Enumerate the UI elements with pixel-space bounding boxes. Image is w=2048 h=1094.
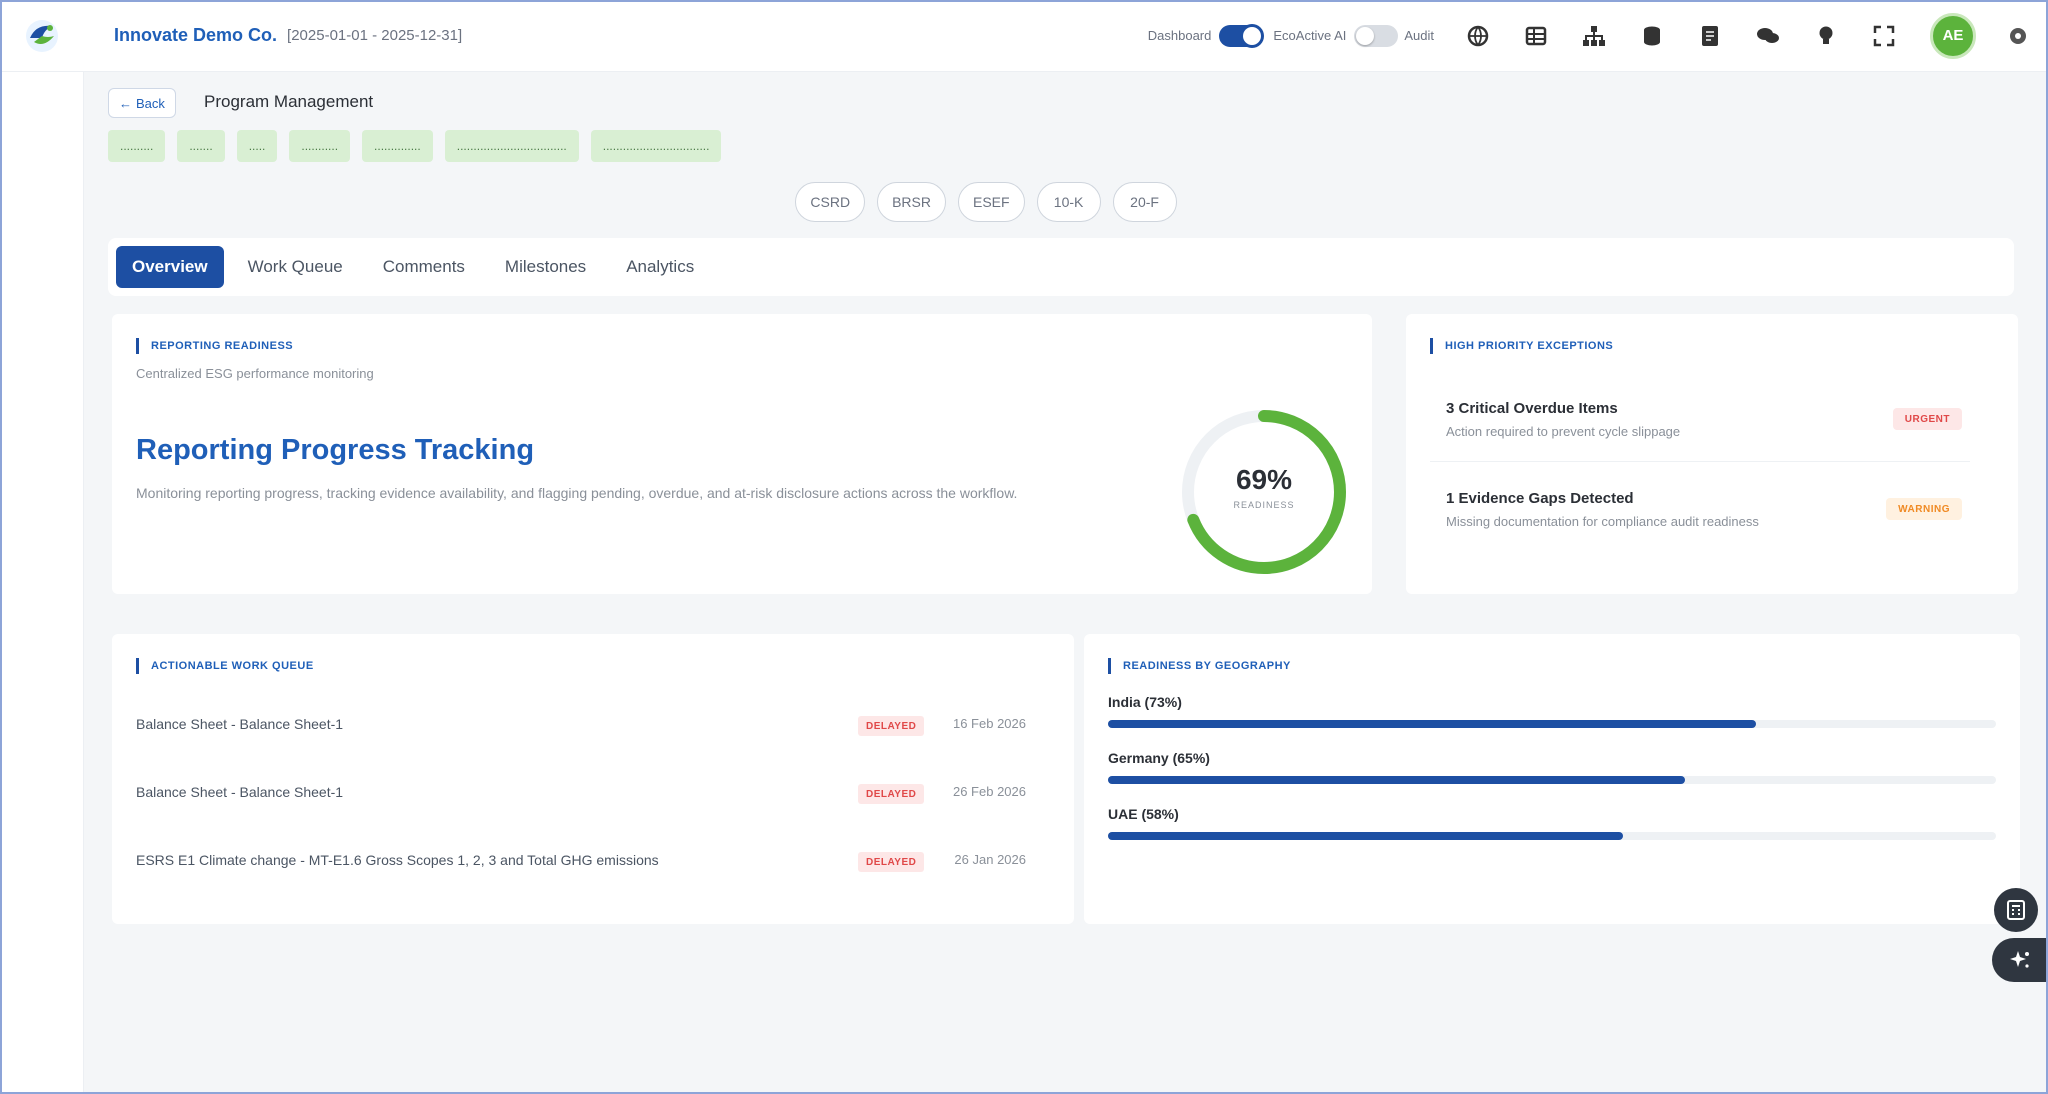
section-label: High Priority Exceptions — [1430, 338, 1613, 354]
framework-10k[interactable]: 10-K — [1036, 182, 1101, 222]
user-avatar[interactable]: AE — [1930, 12, 1976, 59]
settings-icon[interactable] — [2004, 22, 2032, 50]
exceptions-card: High Priority Exceptions 3 Critical Over… — [1406, 314, 2018, 594]
tab-bar: Overview Work Queue Comments Milestones … — [108, 238, 2014, 296]
fullscreen-icon[interactable] — [1870, 22, 1898, 50]
work-queue-row[interactable]: ESRS E1 Climate change - MT-E1.6 Gross S… — [136, 828, 1026, 896]
work-queue-row[interactable]: Balance Sheet - Balance Sheet-1 Delayed … — [136, 692, 1026, 760]
main-content: ← Back Program Management .......... ...… — [84, 72, 2048, 1094]
framework-20f[interactable]: 20-F — [1112, 182, 1177, 222]
filter-chip[interactable]: ..... — [236, 130, 278, 162]
filter-chip[interactable]: ................................ — [590, 130, 722, 162]
exception-title: 3 Critical Overdue Items — [1446, 400, 1618, 417]
geography-label: Germany (65%) — [1108, 750, 1210, 766]
ai-assistant-fab[interactable] — [1992, 938, 2048, 982]
due-date: 26 Jan 2026 — [954, 852, 1026, 867]
status-badge: Delayed — [858, 784, 925, 804]
section-label: Reporting Readiness — [136, 338, 293, 354]
geography-label: UAE (58%) — [1108, 806, 1179, 822]
lightbulb-icon[interactable] — [1812, 22, 1840, 50]
due-date: 16 Feb 2026 — [952, 716, 1026, 731]
work-item-title: ESRS E1 Climate change - MT-E1.6 Gross S… — [136, 852, 659, 868]
progress-track — [1108, 720, 1996, 728]
sparkle-icon — [2010, 951, 2029, 968]
back-button[interactable]: ← Back — [108, 88, 176, 118]
hierarchy-icon[interactable] — [1580, 22, 1608, 50]
globe-icon[interactable] — [1464, 22, 1492, 50]
tab-milestones[interactable]: Milestones — [489, 246, 602, 288]
due-date: 26 Feb 2026 — [952, 784, 1026, 799]
top-actions: Dashboard EcoActive AI Audit AE — [1148, 0, 2048, 72]
tab-work-queue[interactable]: Work Queue — [232, 246, 359, 288]
table-icon[interactable] — [1522, 22, 1550, 50]
filter-chip[interactable]: ....... — [177, 130, 225, 162]
geography-row: Germany (65%) — [1108, 750, 1996, 784]
filter-chip[interactable]: .............. — [362, 130, 433, 162]
section-label: Readiness by Geography — [1108, 658, 1291, 674]
section-subtitle: Centralized ESG performance monitoring — [136, 366, 374, 381]
status-badge: Delayed — [858, 716, 925, 736]
tab-analytics[interactable]: Analytics — [610, 246, 710, 288]
calculator-fab[interactable] — [1994, 888, 2038, 932]
geography-label: India (73%) — [1108, 694, 1182, 710]
top-bar: Innovate Demo Co. [2025-01-01 - 2025-12-… — [0, 0, 2048, 72]
company-name[interactable]: Innovate Demo Co. — [114, 25, 277, 46]
tab-overview[interactable]: Overview — [116, 246, 224, 288]
chat-icon[interactable] — [1754, 22, 1782, 50]
filter-chip[interactable]: ........... — [289, 130, 351, 162]
calculator-icon — [2007, 900, 2025, 920]
ecoactive-toggle-label: EcoActive AI — [1273, 28, 1347, 43]
dashboard-toggle-label: Dashboard — [1147, 28, 1212, 43]
exception-subtitle: Action required to prevent cycle slippag… — [1446, 424, 1681, 439]
progress-fill — [1108, 832, 1624, 840]
geography-row: India (73%) — [1108, 694, 1996, 728]
work-item-title: Balance Sheet - Balance Sheet-1 — [136, 784, 344, 800]
logo-icon — [26, 19, 58, 52]
readiness-caption: Readiness — [1233, 500, 1295, 510]
tab-comments[interactable]: Comments — [367, 246, 481, 288]
database-icon[interactable] — [1638, 22, 1666, 50]
reporting-period: [2025-01-01 - 2025-12-31] — [287, 27, 463, 44]
framework-brsr[interactable]: BRSR — [877, 182, 946, 222]
donut-center: 69% Readiness — [1176, 464, 1352, 510]
document-icon[interactable] — [1696, 22, 1724, 50]
audit-toggle[interactable] — [1354, 24, 1399, 47]
arrow-left-icon: ← — [119, 95, 132, 111]
left-sidebar — [0, 72, 84, 1094]
dashboard-toggle[interactable] — [1219, 24, 1264, 47]
filter-chip[interactable]: ................................. — [444, 130, 579, 162]
framework-csrd[interactable]: CSRD — [795, 182, 866, 222]
readiness-description: Monitoring reporting progress, tracking … — [136, 485, 1018, 501]
geography-card: Readiness by Geography India (73%) Germa… — [1084, 634, 2020, 924]
geography-row: UAE (58%) — [1108, 806, 1996, 840]
filter-chip[interactable]: .......... — [108, 130, 166, 162]
readiness-percent: 69% — [1235, 464, 1293, 495]
audit-toggle-label: Audit — [1404, 28, 1434, 43]
back-button-label: Back — [136, 95, 165, 111]
work-queue-card: Actionable Work Queue Balance Sheet - Ba… — [112, 634, 1074, 924]
progress-track — [1108, 832, 1996, 840]
exception-subtitle: Missing documentation for compliance aud… — [1446, 514, 1759, 529]
exception-title: 1 Evidence Gaps Detected — [1446, 490, 1634, 507]
urgent-badge: Urgent — [1892, 408, 1962, 430]
exception-item[interactable]: 3 Critical Overdue Items Action required… — [1430, 382, 1970, 462]
filter-chips: .......... ....... ..... ........... ...… — [108, 130, 722, 162]
section-label: Actionable Work Queue — [136, 658, 314, 674]
progress-track — [1108, 776, 1996, 784]
warning-badge: Warning — [1886, 498, 1962, 520]
exception-item[interactable]: 1 Evidence Gaps Detected Missing documen… — [1430, 472, 1970, 552]
app-logo[interactable] — [0, 0, 84, 72]
work-item-title: Balance Sheet - Balance Sheet-1 — [136, 716, 344, 732]
progress-fill — [1108, 720, 1757, 728]
framework-esef[interactable]: ESEF — [958, 182, 1025, 222]
reporting-readiness-card: Reporting Readiness Centralized ESG perf… — [112, 314, 1372, 594]
page-title: Program Management — [204, 92, 374, 111]
readiness-title: Reporting Progress Tracking — [136, 434, 535, 466]
framework-filters: CSRD BRSR ESEF 10-K 20-F — [84, 182, 2048, 222]
progress-fill — [1108, 776, 1686, 784]
status-badge: Delayed — [858, 852, 925, 872]
work-queue-row[interactable]: Balance Sheet - Balance Sheet-1 Delayed … — [136, 760, 1026, 828]
